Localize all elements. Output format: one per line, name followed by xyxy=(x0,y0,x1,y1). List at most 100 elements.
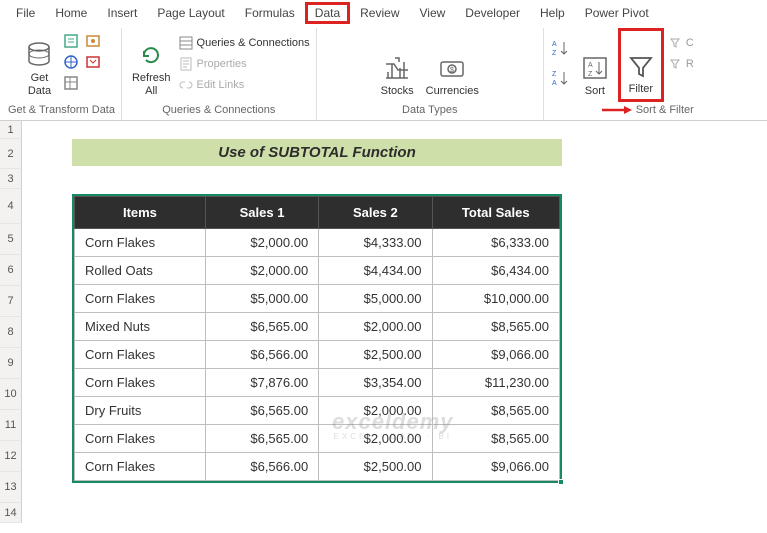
cell-sales1[interactable]: $6,566.00 xyxy=(205,341,318,369)
col-items[interactable]: Items xyxy=(75,197,206,229)
cell-total[interactable]: $9,066.00 xyxy=(432,341,559,369)
row-header-12[interactable]: 12 xyxy=(0,441,22,472)
table-row[interactable]: Corn Flakes$2,000.00$4,333.00$6,333.00 xyxy=(75,229,560,257)
currencies-button[interactable]: $ Currencies xyxy=(422,28,483,100)
cell-sales2[interactable]: $2,000.00 xyxy=(319,313,432,341)
group-data-types: Stocks $ Currencies Data Types xyxy=(317,28,544,120)
cell-sales1[interactable]: $6,566.00 xyxy=(205,453,318,481)
database-icon xyxy=(24,40,54,70)
cell-sales2[interactable]: $2,500.00 xyxy=(319,341,432,369)
cell-sales2[interactable]: $2,500.00 xyxy=(319,453,432,481)
cell-sales2[interactable]: $4,434.00 xyxy=(319,257,432,285)
from-table-icon[interactable] xyxy=(62,74,80,92)
row-header-10[interactable]: 10 xyxy=(0,379,22,410)
cell-total[interactable]: $11,230.00 xyxy=(432,369,559,397)
cell-total[interactable]: $6,333.00 xyxy=(432,229,559,257)
refresh-all-button[interactable]: Refresh All xyxy=(128,28,175,100)
recent-sources-icon[interactable] xyxy=(84,32,102,50)
table-row[interactable]: Mixed Nuts$6,565.00$2,000.00$8,565.00 xyxy=(75,313,560,341)
stocks-button[interactable]: Stocks xyxy=(377,28,418,100)
cell-sales1[interactable]: $6,565.00 xyxy=(205,313,318,341)
table-row[interactable]: Dry Fruits$6,565.00$2,000.00$8,565.00 xyxy=(75,397,560,425)
tab-help[interactable]: Help xyxy=(530,2,575,24)
grid[interactable]: Use of SUBTOTAL Function Items Sales 1 S… xyxy=(22,121,767,523)
tab-insert[interactable]: Insert xyxy=(97,2,147,24)
row-header-13[interactable]: 13 xyxy=(0,472,22,503)
cell-total[interactable]: $10,000.00 xyxy=(432,285,559,313)
cell-item[interactable]: Corn Flakes xyxy=(75,341,206,369)
group-queries: Refresh All Queries & Connections Proper… xyxy=(122,28,317,120)
row-header-3[interactable]: 3 xyxy=(0,169,22,189)
row-header-7[interactable]: 7 xyxy=(0,286,22,317)
cell-sales2[interactable]: $2,000.00 xyxy=(319,425,432,453)
table-row[interactable]: Corn Flakes$7,876.00$3,354.00$11,230.00 xyxy=(75,369,560,397)
cell-item[interactable]: Corn Flakes xyxy=(75,285,206,313)
row-header-9[interactable]: 9 xyxy=(0,348,22,379)
table-row[interactable]: Rolled Oats$2,000.00$4,434.00$6,434.00 xyxy=(75,257,560,285)
row-header-5[interactable]: 5 xyxy=(0,224,22,255)
cell-sales2[interactable]: $4,333.00 xyxy=(319,229,432,257)
get-data-button[interactable]: Get Data xyxy=(20,28,58,100)
cell-total[interactable]: $6,434.00 xyxy=(432,257,559,285)
from-text-icon[interactable] xyxy=(62,32,80,50)
row-header-1[interactable]: 1 xyxy=(0,121,22,139)
properties-label: Properties xyxy=(197,58,247,70)
queries-connections-button[interactable]: Queries & Connections xyxy=(179,34,310,52)
cell-sales2[interactable]: $3,354.00 xyxy=(319,369,432,397)
cell-total[interactable]: $8,565.00 xyxy=(432,397,559,425)
tab-file[interactable]: File xyxy=(6,2,45,24)
tab-review[interactable]: Review xyxy=(350,2,409,24)
cell-sales1[interactable]: $6,565.00 xyxy=(205,425,318,453)
cell-sales1[interactable]: $7,876.00 xyxy=(205,369,318,397)
tab-home[interactable]: Home xyxy=(45,2,97,24)
cell-item[interactable]: Dry Fruits xyxy=(75,397,206,425)
get-data-label: Get Data xyxy=(28,72,51,98)
group-label-sort-filter: Sort & Filter xyxy=(550,102,694,118)
cell-item[interactable]: Corn Flakes xyxy=(75,425,206,453)
cell-sales1[interactable]: $6,565.00 xyxy=(205,397,318,425)
cell-item[interactable]: Corn Flakes xyxy=(75,453,206,481)
col-sales1[interactable]: Sales 1 xyxy=(205,197,318,229)
cell-item[interactable]: Corn Flakes xyxy=(75,369,206,397)
row-header-8[interactable]: 8 xyxy=(0,317,22,348)
sort-ascending-button[interactable]: AZ xyxy=(550,38,572,58)
tab-view[interactable]: View xyxy=(410,2,456,24)
tab-developer[interactable]: Developer xyxy=(455,2,530,24)
filter-button[interactable]: Filter xyxy=(622,32,660,98)
sort-descending-button[interactable]: ZA xyxy=(550,68,572,88)
clear-filter-button[interactable]: C xyxy=(668,34,694,52)
cell-item[interactable]: Corn Flakes xyxy=(75,229,206,257)
tab-formulas[interactable]: Formulas xyxy=(235,2,305,24)
cell-sales1[interactable]: $5,000.00 xyxy=(205,285,318,313)
row-header-2[interactable]: 2 xyxy=(0,139,22,169)
cell-item[interactable]: Rolled Oats xyxy=(75,257,206,285)
table-row[interactable]: Corn Flakes$5,000.00$5,000.00$10,000.00 xyxy=(75,285,560,313)
row-header-11[interactable]: 11 xyxy=(0,410,22,441)
svg-text:Z: Z xyxy=(552,50,557,57)
from-web-icon[interactable] xyxy=(62,53,80,71)
row-header-4[interactable]: 4 xyxy=(0,189,22,224)
cell-sales2[interactable]: $2,000.00 xyxy=(319,397,432,425)
selection-handle[interactable] xyxy=(558,479,564,485)
table-row[interactable]: Corn Flakes$6,565.00$2,000.00$8,565.00 xyxy=(75,425,560,453)
group-label-get-transform: Get & Transform Data xyxy=(8,102,115,118)
cell-sales1[interactable]: $2,000.00 xyxy=(205,257,318,285)
col-sales2[interactable]: Sales 2 xyxy=(319,197,432,229)
cell-total[interactable]: $8,565.00 xyxy=(432,313,559,341)
tab-power-pivot[interactable]: Power Pivot xyxy=(575,2,659,24)
cell-item[interactable]: Mixed Nuts xyxy=(75,313,206,341)
tab-data[interactable]: Data xyxy=(305,2,350,24)
existing-conn-icon[interactable] xyxy=(84,53,102,71)
reapply-filter-button[interactable]: R xyxy=(668,55,694,73)
cell-sales2[interactable]: $5,000.00 xyxy=(319,285,432,313)
table-row[interactable]: Corn Flakes$6,566.00$2,500.00$9,066.00 xyxy=(75,453,560,481)
row-header-14[interactable]: 14 xyxy=(0,503,22,523)
cell-sales1[interactable]: $2,000.00 xyxy=(205,229,318,257)
col-total[interactable]: Total Sales xyxy=(432,197,559,229)
row-header-6[interactable]: 6 xyxy=(0,255,22,286)
tab-page-layout[interactable]: Page Layout xyxy=(147,2,234,24)
cell-total[interactable]: $9,066.00 xyxy=(432,453,559,481)
table-row[interactable]: Corn Flakes$6,566.00$2,500.00$9,066.00 xyxy=(75,341,560,369)
cell-total[interactable]: $8,565.00 xyxy=(432,425,559,453)
sort-button[interactable]: AZ Sort xyxy=(576,28,614,100)
